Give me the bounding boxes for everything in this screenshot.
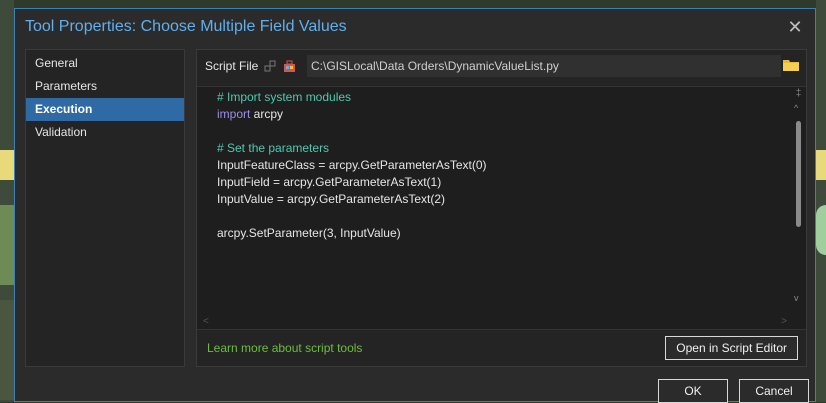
background-map-left bbox=[0, 0, 14, 402]
code-line: # Import system modules bbox=[217, 90, 352, 104]
code-block: # Import system modules import arcpy # S… bbox=[217, 89, 487, 242]
background-map-strip bbox=[0, 205, 14, 285]
execution-panel: Script File C:\GISLocal\Data Orders\Dyna… bbox=[196, 49, 807, 367]
scrollbar-thumb[interactable] bbox=[796, 121, 801, 227]
learn-more-link[interactable]: Learn more about script tools bbox=[207, 341, 362, 355]
scroll-right-icon[interactable]: > bbox=[781, 316, 787, 327]
ok-button[interactable]: OK bbox=[658, 379, 728, 403]
background-map-strip bbox=[0, 150, 14, 180]
dialog-title: Tool Properties: Choose Multiple Field V… bbox=[25, 18, 347, 35]
code-text: arcpy bbox=[250, 107, 284, 121]
background-map-strip bbox=[0, 300, 14, 400]
sidebar-item-execution[interactable]: Execution bbox=[26, 98, 184, 121]
cancel-button[interactable]: Cancel bbox=[739, 379, 809, 403]
tool-properties-dialog: Tool Properties: Choose Multiple Field V… bbox=[14, 8, 816, 403]
background-map-right bbox=[816, 0, 826, 402]
sidebar-item-validation[interactable]: Validation bbox=[26, 121, 184, 144]
toolbox-icon[interactable] bbox=[283, 60, 296, 73]
script-path-field[interactable]: C:\GISLocal\Data Orders\DynamicValueList… bbox=[307, 55, 781, 77]
scroll-up-icon[interactable]: ^ bbox=[794, 103, 798, 113]
vertical-scrollbar[interactable]: ‡ ^ v bbox=[791, 87, 806, 313]
panel-footer: Learn more about script tools Open in Sc… bbox=[197, 330, 806, 366]
background-model-node bbox=[816, 205, 826, 255]
sidebar-item-general[interactable]: General bbox=[26, 52, 184, 75]
horizontal-scrollbar[interactable]: < > bbox=[197, 315, 791, 329]
code-line: InputField = arcpy.GetParameterAsText(1) bbox=[217, 175, 442, 189]
split-handle-icon[interactable]: ‡ bbox=[793, 89, 804, 99]
sidebar-item-parameters[interactable]: Parameters bbox=[26, 75, 184, 98]
script-file-label: Script File bbox=[205, 59, 259, 73]
code-line: arcpy.SetParameter(3, InputValue) bbox=[217, 226, 401, 240]
scroll-left-icon[interactable]: < bbox=[203, 316, 209, 327]
close-icon[interactable]: ✕ bbox=[785, 17, 805, 38]
code-line: InputValue = arcpy.GetParameterAsText(2) bbox=[217, 192, 445, 206]
code-line: InputFeatureClass = arcpy.GetParameterAs… bbox=[217, 158, 487, 172]
unlink-icon[interactable] bbox=[264, 60, 277, 73]
scroll-down-icon[interactable]: v bbox=[794, 293, 799, 303]
folder-icon[interactable] bbox=[782, 57, 800, 73]
dialog-titlebar: Tool Properties: Choose Multiple Field V… bbox=[15, 9, 815, 45]
background-map-strip bbox=[816, 150, 826, 180]
code-keyword: import bbox=[217, 107, 251, 121]
code-line: import arcpy bbox=[217, 106, 487, 123]
script-code-editor[interactable]: # Import system modules import arcpy # S… bbox=[197, 86, 806, 330]
script-file-bar: Script File C:\GISLocal\Data Orders\Dyna… bbox=[197, 50, 806, 82]
open-in-script-editor-button[interactable]: Open in Script Editor bbox=[665, 336, 798, 360]
code-line: # Set the parameters bbox=[217, 141, 330, 155]
properties-sidebar: General Parameters Execution Validation bbox=[25, 49, 185, 367]
